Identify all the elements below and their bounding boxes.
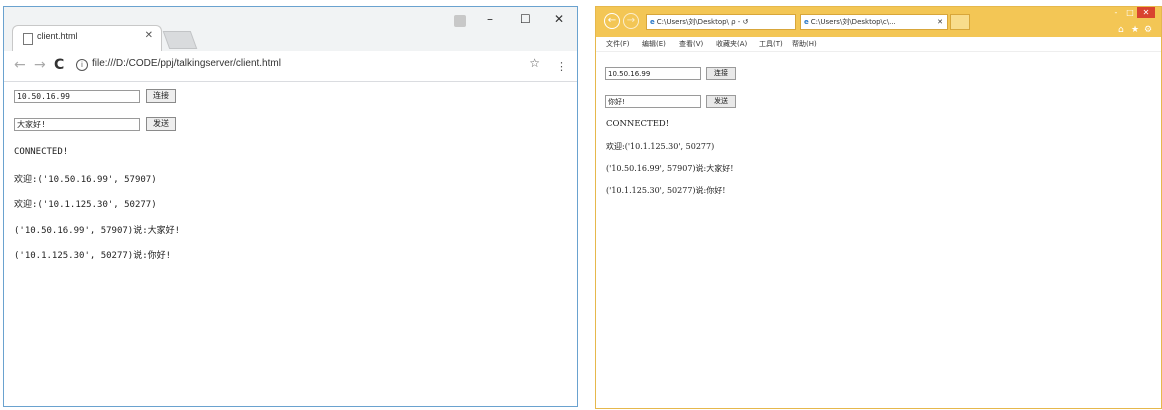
tab-close-icon[interactable]: ✕ [937,15,943,29]
close-button[interactable]: ✕ [1137,7,1155,18]
tab-title: C:\Users\刘\Desktop\c\... [810,18,896,26]
chrome-window: client.html ✕ – ☐ ✕ ← → C i file:///D:/C… [3,6,578,407]
log-line: ('10.1.125.30', 50277)说:你好! [606,186,726,195]
ie-window: ← → e C:\Users\刘\Desktop\ ρ - ↺ e C:\Users… [595,6,1162,409]
message-input[interactable]: 你好! [605,95,701,108]
maximize-button[interactable]: ☐ [520,12,531,26]
menu-favorites[interactable]: 收藏夹(A) [716,39,747,49]
menu-edit[interactable]: 编辑(E) [642,39,666,49]
ie-tab[interactable]: e C:\Users\刘\Desktop\c\... ✕ [800,14,948,30]
connect-button[interactable]: 连接 [146,89,176,103]
menu-tools[interactable]: 工具(T) [759,39,783,49]
tab-close-icon[interactable]: ✕ [145,30,153,41]
page-content: 10.50.16.99 连接 大家好! 发送 CONNECTED! 欢迎:('1… [4,82,577,406]
forward-arrow-icon[interactable]: → [34,57,46,73]
send-button[interactable]: 发送 [146,117,176,131]
chrome-titlebar: client.html ✕ – ☐ ✕ [4,7,577,51]
reload-icon[interactable]: C [54,57,64,73]
back-arrow-icon[interactable]: ← [14,57,26,73]
menu-bar: 文件(F) 编辑(E) 查看(V) 收藏夹(A) 工具(T) 帮助(H) [596,37,1161,52]
address-bar[interactable]: e C:\Users\刘\Desktop\ ρ - ↺ [646,14,796,30]
log-line: CONNECTED! [14,147,69,157]
log-line: 欢迎:('10.1.125.30', 50277) [14,200,157,210]
close-button[interactable]: ✕ [554,12,564,26]
back-arrow-icon[interactable]: ← [604,13,620,29]
minimize-button[interactable]: – [487,12,493,26]
new-tab-button[interactable] [950,14,970,30]
ie-logo-icon: e [650,18,655,26]
document-icon [23,33,33,45]
menu-file[interactable]: 文件(F) [606,39,630,49]
user-profile-icon[interactable] [454,15,466,27]
info-icon[interactable]: i [76,59,88,71]
gear-icon[interactable]: ⚙ [1144,25,1152,35]
favorites-star-icon[interactable]: ★ [1131,25,1139,35]
connect-button[interactable]: 连接 [706,67,736,80]
url-text: file:///D:/CODE/ppj/talkingserver/client… [92,58,281,69]
minimize-button[interactable]: - [1110,7,1122,18]
menu-kebab-icon[interactable]: ⋮ [556,60,567,73]
ie-logo-icon: e [804,18,809,26]
log-line: ('10.1.125.30', 50277)说:你好! [14,251,172,261]
log-line: ('10.50.16.99', 57907)说:大家好! [606,164,734,173]
chrome-toolbar: ← → C i file:///D:/CODE/ppj/talkingserve… [4,51,577,82]
server-ip-input[interactable]: 10.50.16.99 [14,90,140,103]
send-button[interactable]: 发送 [706,95,736,108]
maximize-button[interactable]: □ [1124,7,1136,18]
server-ip-input[interactable]: 10.50.16.99 [605,67,701,80]
message-input[interactable]: 大家好! [14,118,140,131]
new-tab-button[interactable] [162,31,198,49]
menu-help[interactable]: 帮助(H) [792,39,817,49]
log-line: 欢迎:('10.50.16.99', 57907) [14,175,157,185]
log-line: 欢迎:('10.1.125.30', 50277) [606,142,715,151]
address-text: C:\Users\刘\Desktop\ ρ - ↺ [656,18,749,26]
ie-titlebar: ← → e C:\Users\刘\Desktop\ ρ - ↺ e C:\Users… [596,7,1161,37]
address-bar[interactable]: i file:///D:/CODE/ppj/talkingserver/clie… [74,56,546,74]
menu-view[interactable]: 查看(V) [679,39,703,49]
chrome-tab[interactable]: client.html ✕ [12,25,162,51]
tab-title: client.html [37,31,78,41]
page-content: 10.50.16.99 连接 你好! 发送 CONNECTED! 欢迎:('10… [596,51,1161,408]
log-line: ('10.50.16.99', 57907)说:大家好! [14,226,181,236]
forward-arrow-icon[interactable]: → [623,13,639,29]
log-line: CONNECTED! [606,119,670,129]
home-icon[interactable]: ⌂ [1118,25,1124,35]
bookmark-star-icon[interactable]: ☆ [529,56,540,70]
